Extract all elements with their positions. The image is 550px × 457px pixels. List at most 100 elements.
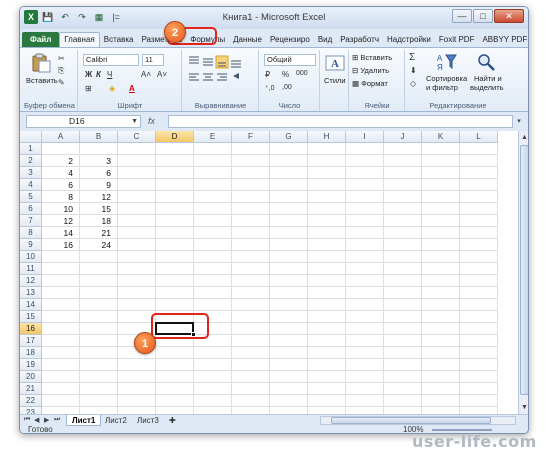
cell-f4[interactable] [232,179,270,191]
row-header-18[interactable]: 18 [20,347,42,359]
underline-button[interactable]: Ч [107,70,112,79]
tab-view[interactable]: Вид [314,33,336,47]
cell-d4[interactable] [156,179,194,191]
cell-f20[interactable] [232,371,270,383]
cell-h12[interactable] [308,275,346,287]
cell-h5[interactable] [308,191,346,203]
row-header-15[interactable]: 15 [20,311,42,323]
alignment-icons[interactable] [187,54,253,94]
cell-c22[interactable] [118,395,156,407]
row-header-14[interactable]: 14 [20,299,42,311]
cell-j15[interactable] [384,311,422,323]
scroll-down-icon[interactable]: ▼ [519,402,528,413]
currency-icon[interactable]: ₽ [265,70,270,79]
cell-h3[interactable] [308,167,346,179]
cell-d20[interactable] [156,371,194,383]
cell-f12[interactable] [232,275,270,287]
row-header-21[interactable]: 21 [20,383,42,395]
cell-i11[interactable] [346,263,384,275]
cell-a4[interactable]: 6 [42,179,80,191]
row-header-6[interactable]: 6 [20,203,42,215]
cell-a8[interactable]: 14 [42,227,80,239]
cell-l7[interactable] [460,215,498,227]
cell-b19[interactable] [80,359,118,371]
row-header-20[interactable]: 20 [20,371,42,383]
cell-k6[interactable] [422,203,460,215]
cell-h4[interactable] [308,179,346,191]
row-header-22[interactable]: 22 [20,395,42,407]
row-header-11[interactable]: 11 [20,263,42,275]
cell-i20[interactable] [346,371,384,383]
horizontal-scrollbar[interactable] [320,416,516,425]
cell-d2[interactable] [156,155,194,167]
cell-k22[interactable] [422,395,460,407]
column-header-l[interactable]: L [460,131,498,143]
cell-c23[interactable] [118,407,156,414]
cell-f17[interactable] [232,335,270,347]
tab-foxit-pdf[interactable]: Foxit PDF [435,33,479,47]
cell-h20[interactable] [308,371,346,383]
cell-c12[interactable] [118,275,156,287]
cell-h6[interactable] [308,203,346,215]
cell-k5[interactable] [422,191,460,203]
cell-d3[interactable] [156,167,194,179]
increase-decimal-icon[interactable]: ⁺,0 [265,84,275,92]
cell-e4[interactable] [194,179,232,191]
cell-c1[interactable] [118,143,156,155]
cell-h9[interactable] [308,239,346,251]
cell-j23[interactable] [384,407,422,414]
cell-j8[interactable] [384,227,422,239]
cell-i6[interactable] [346,203,384,215]
cell-a1[interactable] [42,143,80,155]
cell-b17[interactable] [80,335,118,347]
cell-k3[interactable] [422,167,460,179]
cell-d21[interactable] [156,383,194,395]
cell-f22[interactable] [232,395,270,407]
cell-b20[interactable] [80,371,118,383]
cell-j9[interactable] [384,239,422,251]
row-header-19[interactable]: 19 [20,359,42,371]
insert-sheet-icon[interactable]: ✚ [164,415,181,426]
cell-f8[interactable] [232,227,270,239]
bold-button[interactable]: Ж [85,70,92,79]
cell-g9[interactable] [270,239,308,251]
cell-g19[interactable] [270,359,308,371]
row-header-3[interactable]: 3 [20,167,42,179]
formula-input[interactable] [168,115,513,128]
cell-k2[interactable] [422,155,460,167]
column-header-k[interactable]: K [422,131,460,143]
cell-h23[interactable] [308,407,346,414]
cell-a15[interactable] [42,311,80,323]
row-header-8[interactable]: 8 [20,227,42,239]
cell-f1[interactable] [232,143,270,155]
insert-cells-button[interactable]: ⊞ Вставить [352,53,392,62]
cell-j12[interactable] [384,275,422,287]
cell-l1[interactable] [460,143,498,155]
cut-icon[interactable]: ✂ [58,54,65,63]
cell-h15[interactable] [308,311,346,323]
cell-e23[interactable] [194,407,232,414]
vertical-scroll-thumb[interactable] [520,145,528,395]
cell-e9[interactable] [194,239,232,251]
cell-h7[interactable] [308,215,346,227]
cell-k16[interactable] [422,323,460,335]
cell-i2[interactable] [346,155,384,167]
sheet-tab-3[interactable]: Лист3 [132,415,164,426]
cell-g18[interactable] [270,347,308,359]
cell-e22[interactable] [194,395,232,407]
cell-g22[interactable] [270,395,308,407]
cell-e8[interactable] [194,227,232,239]
cell-g16[interactable] [270,323,308,335]
cell-h13[interactable] [308,287,346,299]
row-header-12[interactable]: 12 [20,275,42,287]
cell-l17[interactable] [460,335,498,347]
cell-g23[interactable] [270,407,308,414]
cell-a19[interactable] [42,359,80,371]
italic-button[interactable]: К [96,70,101,79]
find-select-icon[interactable] [476,52,498,72]
cell-i12[interactable] [346,275,384,287]
cell-c3[interactable] [118,167,156,179]
cell-b4[interactable]: 9 [80,179,118,191]
cell-a16[interactable] [42,323,80,335]
cell-b14[interactable] [80,299,118,311]
